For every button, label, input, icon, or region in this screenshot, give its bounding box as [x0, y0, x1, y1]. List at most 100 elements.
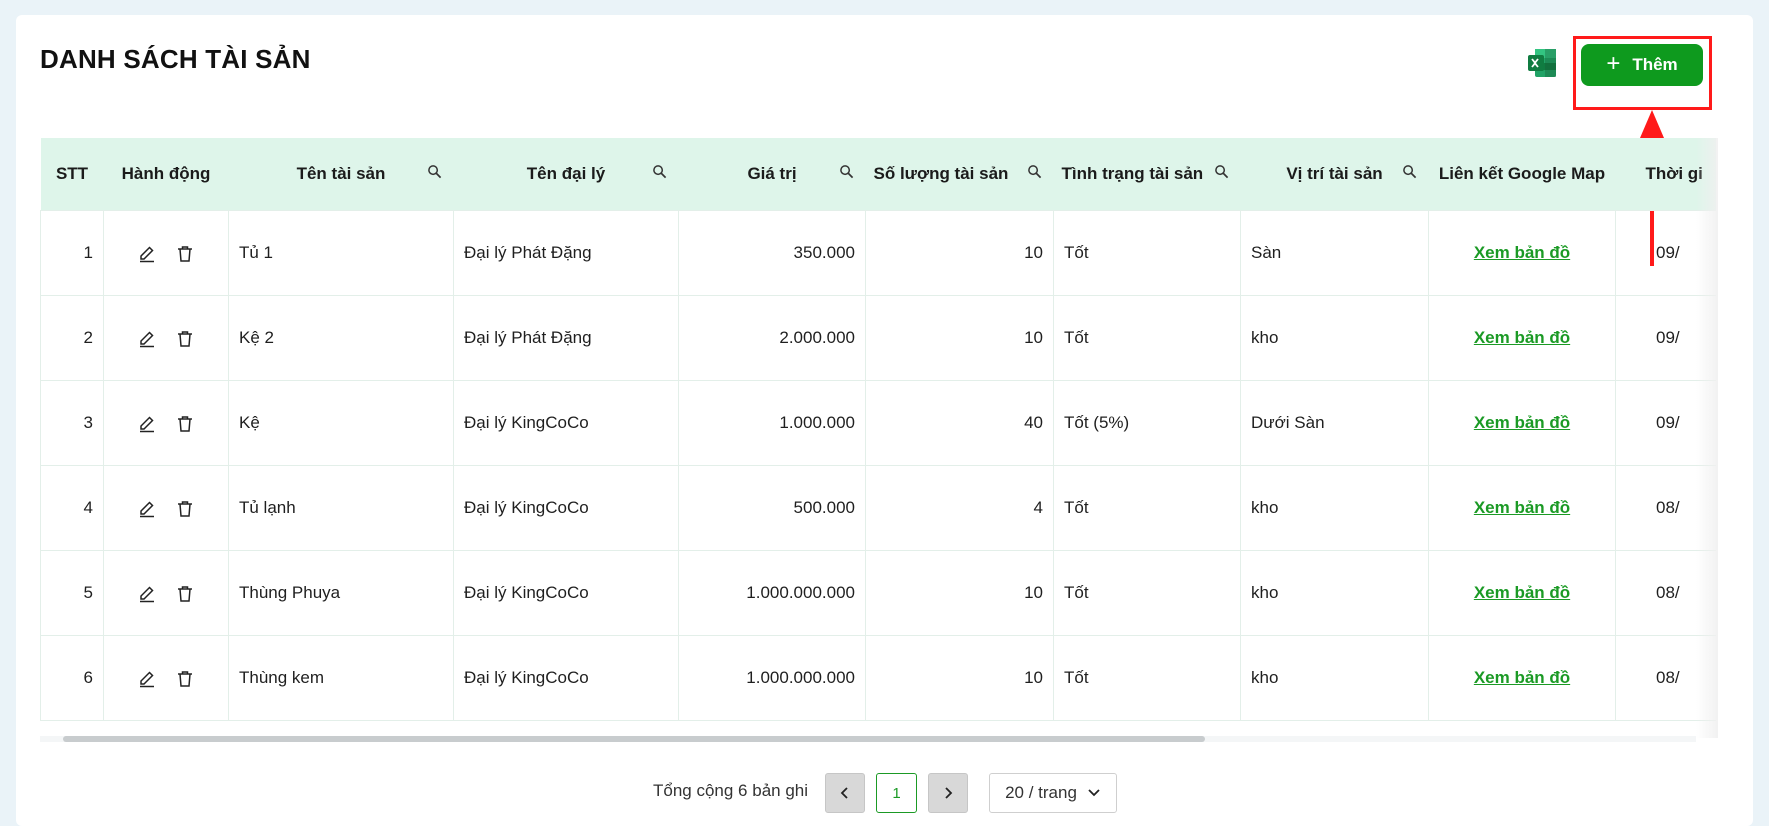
chevron-right-icon	[945, 787, 953, 799]
edit-icon[interactable]	[138, 330, 156, 348]
table-row: 6 Thùng kem Đại lý KingCoCo 1.000.000.000 10…	[40, 635, 1716, 721]
table-scroll-shadow	[1696, 138, 1718, 738]
cell-actions	[103, 550, 229, 636]
view-map-link[interactable]: Xem bản đồ	[1474, 668, 1570, 687]
cell-agency: Đại lý KingCoCo	[453, 465, 679, 551]
search-icon[interactable]	[1402, 164, 1417, 179]
current-page-button[interactable]: 1	[876, 773, 917, 813]
search-icon[interactable]	[1027, 164, 1042, 179]
chevron-left-icon	[840, 787, 848, 799]
cell-actions	[103, 465, 229, 551]
table-row: 4 Tủ lạnh Đại lý KingCoCo 500.000 4 Tốt kho Xem…	[40, 465, 1716, 551]
search-icon[interactable]	[652, 164, 667, 179]
cell-status: Tốt	[1053, 465, 1241, 551]
header-action: Hành động	[103, 138, 229, 211]
delete-icon[interactable]	[176, 670, 194, 688]
page-title: DANH SÁCH TÀI SẢN	[40, 44, 311, 74]
cell-stt: 6	[40, 635, 104, 721]
cell-name: Tủ 1	[228, 210, 454, 296]
delete-icon[interactable]	[176, 415, 194, 433]
delete-icon[interactable]	[176, 585, 194, 603]
cell-status: Tốt (5%)	[1053, 380, 1241, 466]
chevron-down-icon	[1088, 789, 1100, 797]
header-status: Tình trạng tài sản	[1053, 138, 1241, 211]
cell-map: Xem bản đồ	[1428, 380, 1616, 466]
header-name: Tên tài sản	[228, 138, 454, 211]
edit-icon[interactable]	[138, 585, 156, 603]
cell-quantity: 10	[865, 295, 1054, 381]
asset-table: STT Hành động Tên tài sản Tên đại lý Giá…	[40, 138, 1716, 721]
cell-map: Xem bản đồ	[1428, 210, 1616, 296]
horizontal-scrollbar-thumb[interactable]	[63, 736, 1205, 742]
edit-icon[interactable]	[138, 415, 156, 433]
cell-value: 1.000.000.000	[678, 550, 866, 636]
pagination: Tổng cộng 6 bản ghi 1 20 / trang	[0, 773, 1769, 813]
pagination-total: Tổng cộng 6 bản ghi	[653, 781, 809, 800]
cell-stt: 5	[40, 550, 104, 636]
cell-value: 1.000.000	[678, 380, 866, 466]
plus-icon: +	[1606, 49, 1621, 77]
header-value-label: Giá trị	[747, 164, 797, 183]
delete-icon[interactable]	[176, 330, 194, 348]
header-agency-label: Tên đại lý	[526, 164, 606, 183]
cell-stt: 3	[40, 380, 104, 466]
cell-agency: Đại lý KingCoCo	[453, 635, 679, 721]
cell-quantity: 10	[865, 635, 1054, 721]
cell-name: Kệ	[228, 380, 454, 466]
cell-value: 1.000.000.000	[678, 635, 866, 721]
add-button-label: Thêm	[1632, 55, 1678, 74]
cell-value: 500.000	[678, 465, 866, 551]
cell-map: Xem bản đồ	[1428, 465, 1616, 551]
cell-location: kho	[1240, 550, 1429, 636]
view-map-link[interactable]: Xem bản đồ	[1474, 413, 1570, 432]
cell-status: Tốt	[1053, 295, 1241, 381]
cell-agency: Đại lý Phát Đặng	[453, 295, 679, 381]
table-row: 2 Kệ 2 Đại lý Phát Đặng 2.000.000 10 Tốt kho Xe…	[40, 295, 1716, 381]
prev-page-button[interactable]	[825, 773, 865, 813]
excel-export-icon[interactable]	[1526, 47, 1558, 79]
cell-agency: Đại lý KingCoCo	[453, 380, 679, 466]
cell-value: 2.000.000	[678, 295, 866, 381]
table-row: 1 Tủ 1 Đại lý Phát Đặng 350.000 10 Tốt Sàn Xem …	[40, 210, 1716, 296]
header-quantity-label: Số lượng tài sản	[873, 164, 1009, 183]
search-icon[interactable]	[839, 164, 854, 179]
header-map: Liên kết Google Map	[1428, 138, 1616, 211]
cell-name: Tủ lạnh	[228, 465, 454, 551]
cell-name: Kệ 2	[228, 295, 454, 381]
page-size-value: 20 / trang	[1005, 783, 1077, 802]
cell-name: Thùng kem	[228, 635, 454, 721]
edit-icon[interactable]	[138, 670, 156, 688]
cell-map: Xem bản đồ	[1428, 550, 1616, 636]
header-status-label: Tình trạng tài sản	[1061, 164, 1204, 183]
next-page-button[interactable]	[928, 773, 968, 813]
view-map-link[interactable]: Xem bản đồ	[1474, 498, 1570, 517]
header-location-label: Vị trí tài sản	[1286, 164, 1383, 183]
view-map-link[interactable]: Xem bản đồ	[1474, 243, 1570, 262]
cell-actions	[103, 635, 229, 721]
view-map-link[interactable]: Xem bản đồ	[1474, 583, 1570, 602]
view-map-link[interactable]: Xem bản đồ	[1474, 328, 1570, 347]
header-name-label: Tên tài sản	[296, 164, 386, 183]
cell-status: Tốt	[1053, 210, 1241, 296]
table-header-row: STT Hành động Tên tài sản Tên đại lý Giá…	[40, 138, 1716, 211]
search-icon[interactable]	[427, 164, 442, 179]
cell-value: 350.000	[678, 210, 866, 296]
add-button[interactable]: + Thêm	[1581, 44, 1703, 86]
table-row: 3 Kệ Đại lý KingCoCo 1.000.000 40 Tốt (5%) Dướ…	[40, 380, 1716, 466]
header-location: Vị trí tài sản	[1240, 138, 1429, 211]
page-size-select[interactable]: 20 / trang	[989, 773, 1117, 813]
cell-quantity: 4	[865, 465, 1054, 551]
cell-agency: Đại lý KingCoCo	[453, 550, 679, 636]
header-quantity: Số lượng tài sản	[865, 138, 1054, 211]
header-value: Giá trị	[678, 138, 866, 211]
delete-icon[interactable]	[176, 245, 194, 263]
cell-stt: 1	[40, 210, 104, 296]
delete-icon[interactable]	[176, 500, 194, 518]
cell-map: Xem bản đồ	[1428, 635, 1616, 721]
asset-table-container: STT Hành động Tên tài sản Tên đại lý Giá…	[40, 138, 1716, 738]
cell-quantity: 40	[865, 380, 1054, 466]
search-icon[interactable]	[1214, 164, 1229, 179]
edit-icon[interactable]	[138, 245, 156, 263]
header-agency: Tên đại lý	[453, 138, 679, 211]
edit-icon[interactable]	[138, 500, 156, 518]
